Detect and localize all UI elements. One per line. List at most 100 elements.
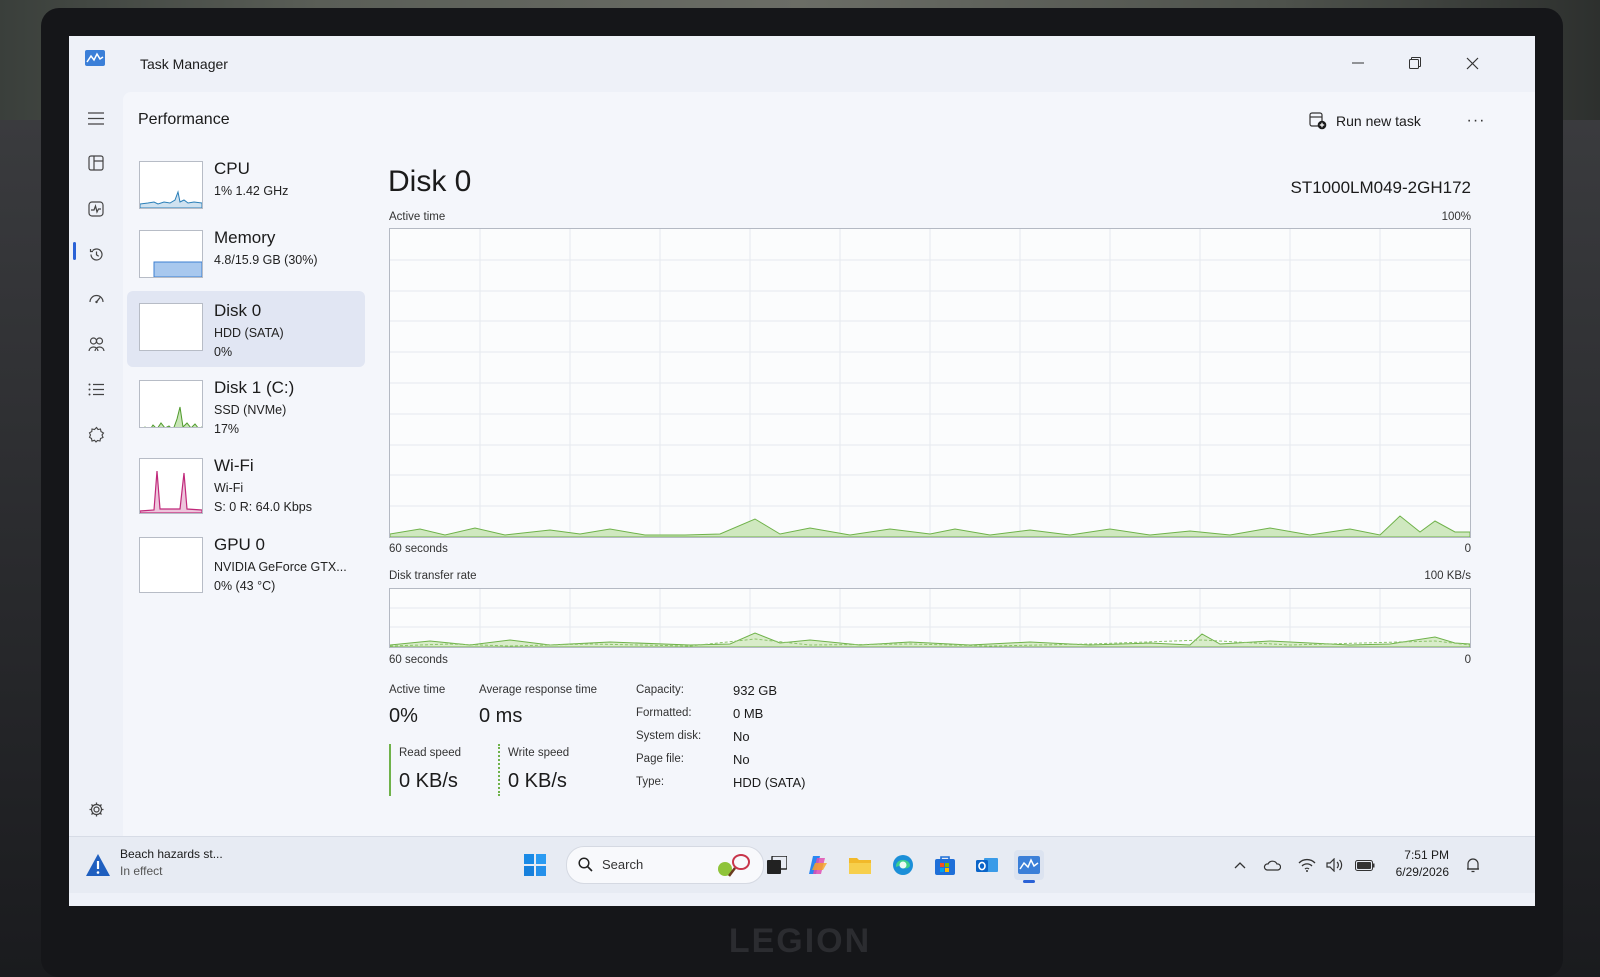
edge-browser-icon[interactable] (888, 850, 918, 880)
device-sub: 1% 1.42 GHz (214, 184, 289, 198)
task-manager-taskbar-icon[interactable] (1014, 850, 1044, 883)
task-manager-app-icon (85, 50, 105, 66)
active-time-graph-min: 0 (1464, 543, 1471, 555)
average-response-label: Average response time (479, 684, 598, 696)
device-wifi[interactable]: Wi-Fi Wi-Fi S: 0 R: 64.0 Kbps (127, 453, 365, 529)
app-title: Task Manager (140, 56, 228, 72)
performance-icon[interactable] (81, 194, 111, 224)
taskbar-search-box[interactable]: Search (566, 846, 764, 884)
device-name: CPU (214, 159, 250, 178)
clock-date: 6/29/2026 (1395, 865, 1449, 879)
active-time-label: Active time (389, 684, 446, 696)
read-speed-indicator (389, 744, 391, 796)
device-name: GPU 0 (214, 535, 266, 554)
laptop-brand-logo: LEGION (728, 922, 872, 960)
transfer-graph-min: 0 (1464, 654, 1471, 666)
device-gpu-0[interactable]: GPU 0 NVIDIA GeForce GTX... 0% (43 °C) (127, 532, 365, 608)
title-bar: Task Manager (69, 36, 1535, 92)
info-key: System disk: (636, 730, 702, 742)
search-placeholder: Search (602, 857, 644, 872)
active-time-graph-max: 100% (1441, 211, 1471, 223)
file-explorer-icon[interactable] (845, 850, 875, 880)
device-usage: 0% (214, 345, 233, 359)
device-sub: HDD (SATA) (214, 326, 284, 340)
weather-warning-icon[interactable] (85, 853, 111, 877)
transfer-rate-graph (389, 588, 1471, 648)
run-new-task-icon (1309, 112, 1327, 130)
settings-gear-icon[interactable] (81, 794, 111, 824)
device-name: Disk 1 (C:) (214, 378, 295, 397)
info-value: 0 MB (733, 706, 764, 721)
info-key: Formatted: (636, 707, 692, 719)
device-usage: 17% (214, 422, 240, 436)
clock-time: 7:51 PM (1404, 848, 1449, 862)
taskbar-clock[interactable]: 7:51 PM 6/29/2026 (1359, 847, 1449, 881)
disk-0-thumbnail-graph (139, 303, 203, 351)
microsoft-store-icon[interactable] (930, 850, 960, 880)
run-new-task-button[interactable]: Run new task (1309, 106, 1421, 136)
device-sub: Wi-Fi (214, 481, 244, 495)
cpu-thumbnail-graph (139, 161, 203, 209)
active-time-value: 0% (389, 705, 418, 727)
info-value: No (733, 729, 750, 744)
device-disk-1[interactable]: Disk 1 (C:) SSD (NVMe) 17% (127, 375, 365, 451)
info-key: Type: (636, 776, 665, 788)
copilot-icon[interactable] (803, 850, 833, 880)
device-sub: 4.8/15.9 GB (30%) (214, 253, 318, 267)
close-button[interactable] (1452, 44, 1492, 82)
wifi-icon[interactable] (1297, 855, 1317, 875)
hamburger-menu-icon[interactable] (81, 103, 111, 133)
performance-panel: Performance Run new task ··· CPU 1% 1.42… (123, 92, 1535, 872)
info-key: Capacity: (636, 684, 684, 696)
show-hidden-icons-chevron-up-icon[interactable] (1230, 855, 1250, 875)
memory-thumbnail-graph (139, 230, 203, 278)
device-sub: NVIDIA GeForce GTX... (214, 560, 347, 574)
device-name: Memory (214, 228, 276, 247)
weather-widget-status: In effect (120, 864, 163, 878)
transfer-graph-label: Disk transfer rate (389, 570, 477, 582)
taskbar: Beach hazards st... In effect Search 7:5… (69, 836, 1535, 893)
navigation-rail (69, 92, 123, 872)
active-time-graph (389, 228, 1471, 538)
running-indicator (1023, 880, 1035, 883)
more-options-button[interactable]: ··· (1461, 106, 1491, 136)
read-speed-value: 0 KB/s (399, 770, 458, 792)
restore-button[interactable] (1395, 44, 1435, 82)
write-speed-value: 0 KB/s (508, 770, 567, 792)
device-sub: SSD (NVMe) (214, 403, 287, 417)
gpu-thumbnail-graph (139, 537, 203, 593)
onedrive-cloud-icon[interactable] (1262, 855, 1282, 875)
average-response-value: 0 ms (479, 705, 523, 727)
task-view-icon[interactable] (762, 850, 792, 880)
app-history-icon[interactable] (81, 239, 111, 269)
active-indicator (73, 242, 76, 260)
active-time-graph-label: Active time (389, 211, 446, 223)
volume-icon[interactable] (1325, 855, 1345, 875)
disk-1-thumbnail-graph (139, 380, 203, 428)
details-list-icon[interactable] (81, 374, 111, 404)
services-icon[interactable] (81, 419, 111, 449)
device-memory[interactable]: Memory 4.8/15.9 GB (30%) (127, 225, 365, 301)
device-disk-0[interactable]: Disk 0 HDD (SATA) 0% (127, 291, 365, 367)
users-icon[interactable] (81, 329, 111, 359)
info-value: No (733, 752, 750, 767)
startup-apps-icon[interactable] (81, 284, 111, 314)
screen: Task Manager Performance Run new task ··… (69, 36, 1535, 906)
write-speed-label: Write speed (508, 747, 570, 759)
device-usage: 0% (43 °C) (214, 579, 276, 593)
page-title: Performance (138, 111, 230, 128)
info-value: HDD (SATA) (733, 775, 806, 790)
wifi-thumbnail-graph (139, 458, 203, 514)
outlook-icon[interactable] (972, 850, 1002, 880)
read-speed-label: Read speed (399, 747, 462, 759)
search-icon (578, 857, 593, 872)
transfer-graph-time: 60 seconds (389, 654, 448, 666)
disk-model: ST1000LM049-2GH172 (1290, 178, 1471, 197)
processes-icon[interactable] (81, 148, 111, 178)
tennis-bing-icon (718, 854, 750, 877)
start-windows-icon[interactable] (520, 850, 550, 880)
device-cpu[interactable]: CPU 1% 1.42 GHz (127, 156, 365, 232)
minimize-button[interactable] (1338, 44, 1378, 82)
weather-widget-title[interactable]: Beach hazards st... (120, 847, 223, 861)
notifications-bell-icon[interactable] (1463, 855, 1483, 875)
